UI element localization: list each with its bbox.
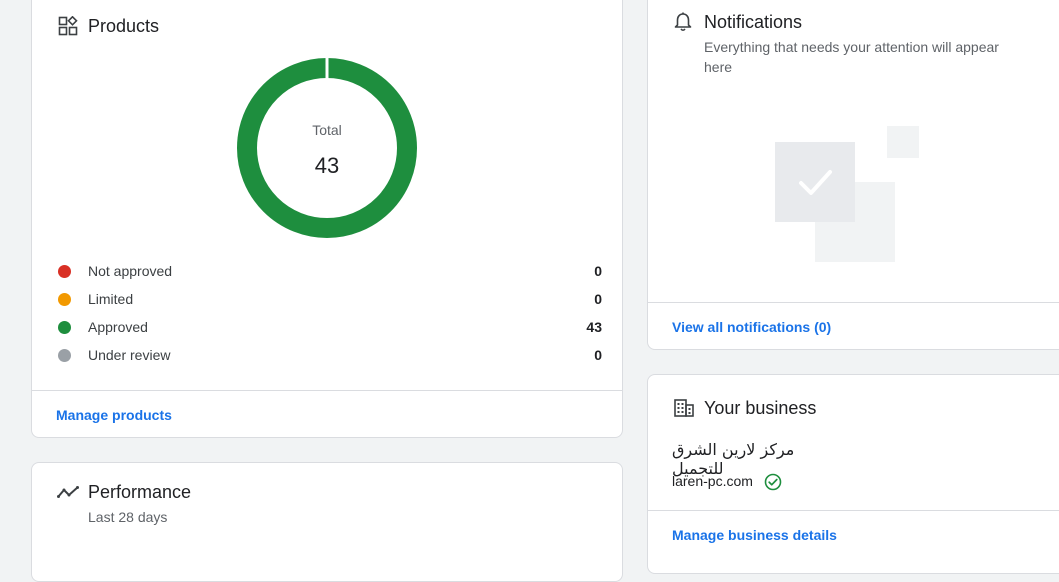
divider [648,302,1059,303]
performance-card: Performance Last 28 days [31,462,623,582]
legend-row-approved: Approved 43 [56,318,602,338]
donut-total-value: 43 [314,153,340,178]
business-website: laren-pc.com [672,473,753,489]
donut-total-label: Total [312,122,342,138]
legend-label: Not approved [88,263,173,279]
building-icon [674,399,694,417]
business-title: Your business [704,398,817,418]
manage-products-link[interactable]: Manage products [56,407,172,423]
products-donut-chart [237,58,417,238]
notifications-title: Notifications [704,12,803,32]
legend-value: 0 [594,347,602,363]
notifications-subtitle: Everything that needs your attention wil… [704,39,999,75]
donut-ring [237,58,417,238]
legend-value: 0 [594,291,602,307]
legend-row-limited: Limited 0 [56,290,602,310]
business-card: Your business مركز لارين الشرق للتجميل l… [647,374,1059,574]
divider [648,510,1059,511]
status-dot [58,265,71,278]
trending-icon [57,486,79,498]
performance-title: Performance [88,482,192,502]
legend-value: 0 [594,263,602,279]
empty-notifications-illustration [775,126,919,262]
bell-icon [674,12,692,32]
products-card: Products Total 43 Not approved 0 Limited… [31,0,623,438]
divider [32,390,622,391]
legend-label: Approved [88,319,148,335]
manage-business-details-link[interactable]: Manage business details [672,527,837,543]
status-dot [58,349,71,362]
legend-label: Limited [88,291,134,307]
check-circle-icon [764,473,782,491]
legend-value: 43 [586,319,602,335]
legend-label: Under review [88,347,171,363]
category-icon [58,16,78,36]
products-title: Products [88,16,160,36]
status-dot [58,321,71,334]
notifications-card: Notifications Everything that needs your… [647,0,1059,350]
status-dot [58,293,71,306]
view-all-notifications-link[interactable]: View all notifications (0) [672,319,831,335]
performance-subtitle: Last 28 days [88,509,168,525]
legend-row-under-review: Under review 0 [56,346,602,366]
legend-row-not-approved: Not approved 0 [56,262,602,282]
